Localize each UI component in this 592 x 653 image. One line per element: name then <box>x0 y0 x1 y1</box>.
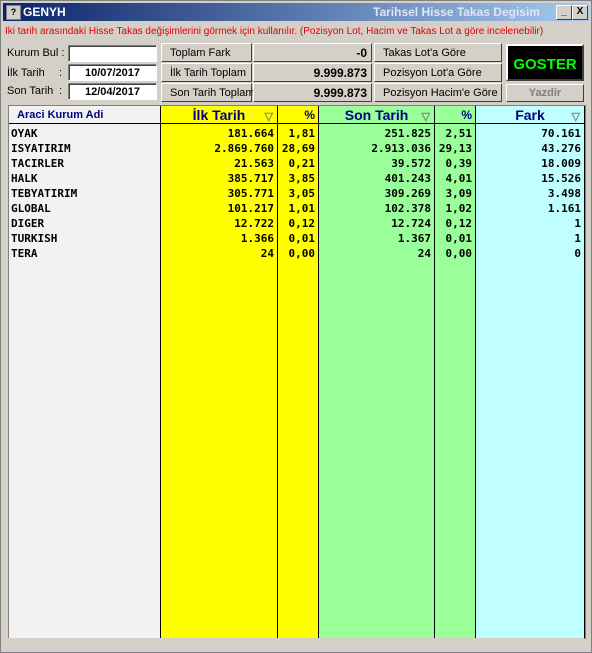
cell-ilk: 1.366 <box>240 232 274 245</box>
header-son-pct[interactable]: % <box>435 106 475 124</box>
cell-son-pct: 0,39 <box>445 157 473 170</box>
cell-ilk: 12.722 <box>234 217 274 230</box>
cell-son: 102.378 <box>384 202 431 215</box>
cell-ilk-pct: 0,12 <box>288 217 316 230</box>
cell-ilk: 305.771 <box>227 187 274 200</box>
goster-button[interactable]: GOSTER <box>506 44 584 81</box>
cell-son: 24 <box>417 247 431 260</box>
header-son-label: Son Tarih <box>344 107 409 123</box>
cell-son-pct: 2,51 <box>445 127 473 140</box>
close-button[interactable]: X <box>572 5 588 20</box>
cell-kurum: HALK <box>11 172 38 185</box>
cell-ilk: 2.869.760 <box>214 142 274 155</box>
cell-son-pct: 0,01 <box>445 232 473 245</box>
data-grid[interactable]: Araci Kurum Adi İlk Tarih ▽ % Son Tarih ▽ … <box>8 105 586 639</box>
sort-icon: ▽ <box>571 111 580 123</box>
toplam-fark-value: -0 <box>253 43 372 62</box>
ilk-tarih-input[interactable]: 10/07/2017 <box>68 64 157 81</box>
son-tarih-input[interactable]: 12/04/2017 <box>68 83 157 100</box>
cell-kurum: GLOBAL <box>11 202 51 215</box>
app-name: GENYH <box>23 5 66 19</box>
hint-text: İki tarih arasındaki Hisse Takas değişim… <box>5 26 544 37</box>
header-fark[interactable]: Fark ▽ <box>476 106 584 124</box>
cell-kurum: ISYATIRIM <box>11 142 71 155</box>
son-tarih-label: Son Tarih <box>7 85 54 97</box>
title-bar[interactable]: ? GENYH Tarihsel Hisse Takas Degisim _ X <box>3 3 589 21</box>
header-ilk-pct-label: % <box>304 108 315 122</box>
cell-fark: 1 <box>574 217 581 230</box>
horizontal-scrollbar[interactable] <box>8 638 584 646</box>
cell-son-pct: 29,13 <box>438 142 472 155</box>
son-tarih-toplam-label: Son Tarih Toplam <box>161 83 255 102</box>
header-kurum[interactable]: Araci Kurum Adi <box>9 106 160 124</box>
cell-ilk-pct: 3,85 <box>288 172 316 185</box>
cell-fark: 3.498 <box>547 187 581 200</box>
minimize-button[interactable]: _ <box>556 5 572 20</box>
cell-fark: 1 <box>574 232 581 245</box>
header-fark-label: Fark <box>515 107 545 123</box>
app-icon[interactable]: ? <box>6 5 21 20</box>
toplam-fark-label: Toplam Fark <box>161 43 252 62</box>
cell-ilk-pct: 1,81 <box>288 127 316 140</box>
ilk-tarih-label: İlk Tarih <box>7 67 45 79</box>
cell-son: 309.269 <box>384 187 431 200</box>
main-window: ? GENYH Tarihsel Hisse Takas Degisim _ X… <box>0 0 592 653</box>
ilk-tarih-colon: : <box>59 67 63 79</box>
cell-kurum: TERA <box>11 247 38 260</box>
sort-icon: ▽ <box>264 111 273 123</box>
cell-son: 39.572 <box>391 157 431 170</box>
header-kurum-label: Araci Kurum Adi <box>17 109 104 121</box>
kurum-bul-input[interactable] <box>68 45 157 62</box>
cell-ilk: 385.717 <box>227 172 274 185</box>
cell-ilk-pct: 1,01 <box>288 202 316 215</box>
cell-kurum: OYAK <box>11 127 38 140</box>
cell-son-pct: 3,09 <box>445 187 473 200</box>
cell-fark: 18.009 <box>541 157 581 170</box>
cell-son: 1.367 <box>397 232 431 245</box>
yazdir-button[interactable]: Yazdir <box>506 84 584 102</box>
cell-ilk-pct: 28,69 <box>281 142 315 155</box>
cell-ilk: 101.217 <box>227 202 274 215</box>
pozisyon-lot-button[interactable]: Pozisyon Lot'a Göre <box>374 63 502 82</box>
pozisyon-hacim-button[interactable]: Pozisyon Hacim'e Göre <box>374 83 502 102</box>
cell-ilk: 24 <box>260 247 274 260</box>
cell-kurum: DIGER <box>11 217 45 230</box>
cell-kurum: TEBYATIRIM <box>11 187 78 200</box>
header-ilk-tarih[interactable]: İlk Tarih ▽ <box>161 106 277 124</box>
kurum-bul-label: Kurum Bul : <box>7 47 65 59</box>
cell-fark: 70.161 <box>541 127 581 140</box>
cell-ilk-pct: 0,00 <box>288 247 316 260</box>
cell-kurum: TURKISH <box>11 232 58 245</box>
ilk-tarih-toplam-value: 9.999.873 <box>253 63 372 82</box>
cell-son: 401.243 <box>384 172 431 185</box>
cell-ilk-pct: 0,01 <box>288 232 316 245</box>
cell-ilk: 181.664 <box>227 127 274 140</box>
sort-icon: ▽ <box>421 111 430 123</box>
takas-lot-button[interactable]: Takas Lot'a Göre <box>374 43 502 62</box>
cell-kurum: TACIRLER <box>11 157 64 170</box>
cell-son: 12.724 <box>391 217 431 230</box>
cell-son-pct: 4,01 <box>445 172 473 185</box>
cell-ilk-pct: 3,05 <box>288 187 316 200</box>
cell-son: 251.825 <box>384 127 431 140</box>
son-tarih-colon: : <box>59 85 63 97</box>
son-tarih-toplam-value: 9.999.873 <box>253 83 372 102</box>
cell-fark: 1.161 <box>547 202 581 215</box>
grid-divider <box>584 106 585 638</box>
cell-son-pct: 0,00 <box>445 247 473 260</box>
header-son-pct-label: % <box>461 108 472 122</box>
cell-son-pct: 0,12 <box>445 217 473 230</box>
header-ilk-label: İlk Tarih <box>192 107 246 123</box>
cell-fark: 0 <box>574 247 581 260</box>
ilk-tarih-toplam-label: İlk Tarih Toplam <box>161 63 252 82</box>
cell-ilk-pct: 0,21 <box>288 157 316 170</box>
header-ilk-pct[interactable]: % <box>278 106 318 124</box>
cell-fark: 43.276 <box>541 142 581 155</box>
cell-son-pct: 1,02 <box>445 202 473 215</box>
cell-ilk: 21.563 <box>234 157 274 170</box>
header-son-tarih[interactable]: Son Tarih ▽ <box>319 106 434 124</box>
cell-fark: 15.526 <box>541 172 581 185</box>
window-title: Tarihsel Hisse Takas Degisim <box>373 5 540 19</box>
cell-son: 2.913.036 <box>371 142 431 155</box>
